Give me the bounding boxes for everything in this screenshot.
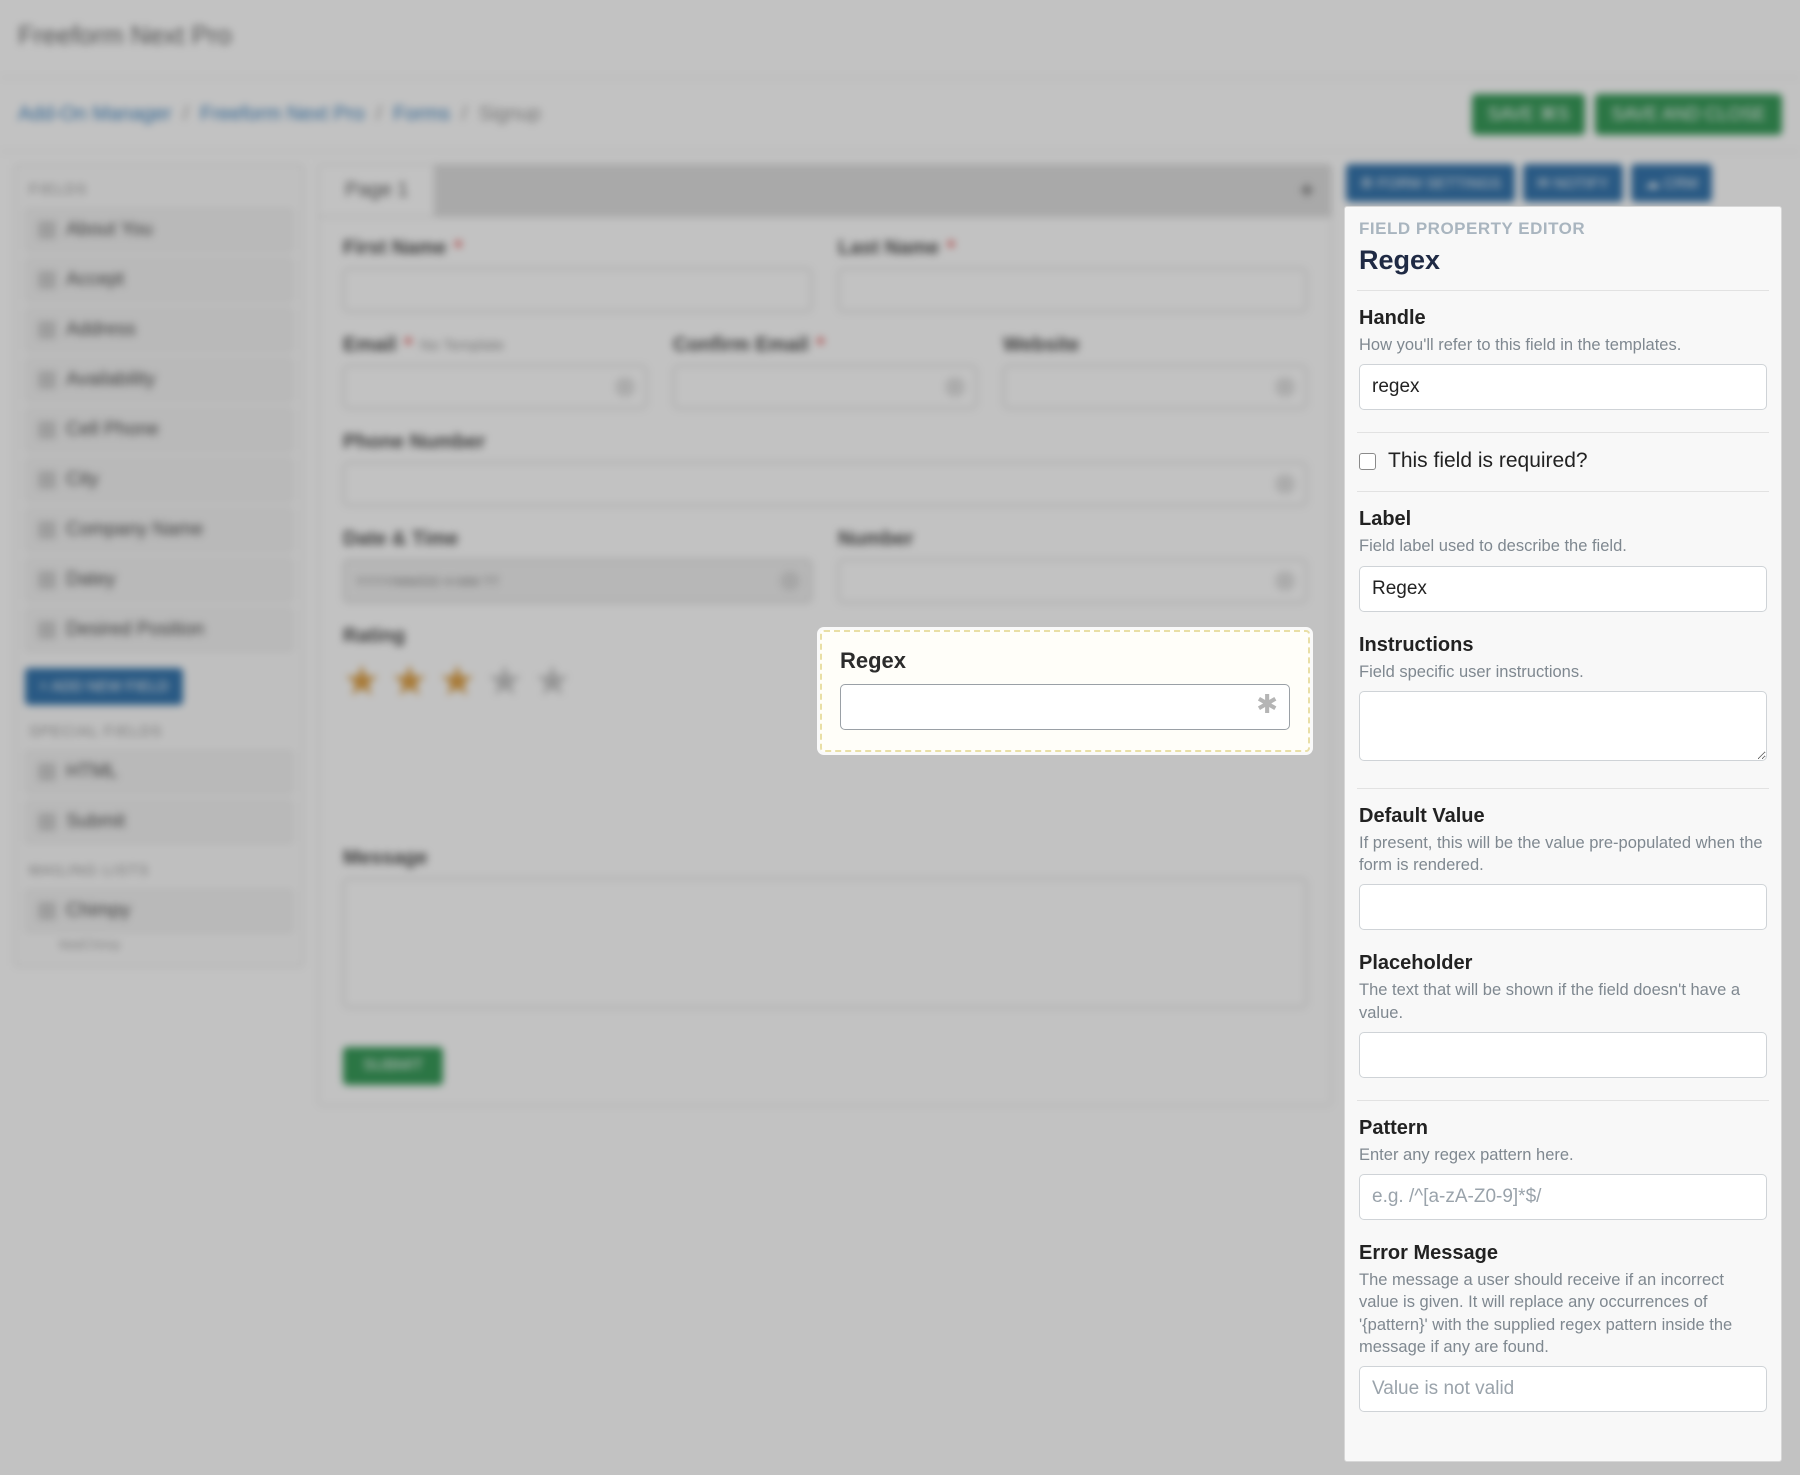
checkbox-icon — [38, 271, 56, 289]
field-label: Rating — [343, 625, 405, 648]
checkbox-icon — [38, 221, 56, 239]
required-checkbox[interactable] — [1359, 453, 1376, 470]
field-item[interactable]: Datey — [25, 558, 293, 602]
breadcrumb: Add-On Manager / Freeform Next Pro / For… — [18, 103, 541, 126]
breadcrumb-item[interactable]: Forms — [393, 103, 450, 125]
instructions-help: Field specific user instructions. — [1359, 661, 1767, 683]
field-item[interactable]: Cell Phone — [25, 408, 293, 452]
checkbox-icon — [38, 371, 56, 389]
sidebar-heading-special: SPECIAL FIELDS — [29, 723, 289, 740]
field-item[interactable]: About You — [25, 208, 293, 252]
first-name-input[interactable] — [343, 268, 812, 312]
phone-input[interactable] — [343, 462, 1307, 506]
number-input[interactable] — [838, 559, 1307, 603]
text-icon — [38, 421, 56, 439]
add-page-button[interactable]: + — [1293, 175, 1331, 206]
toolbar: Add-On Manager / Freeform Next Pro / For… — [0, 78, 1800, 152]
pattern-help: Enter any regex pattern here. — [1359, 1144, 1767, 1166]
save-and-close-button[interactable]: SAVE AND CLOSE — [1595, 94, 1782, 135]
datetime-input[interactable] — [343, 559, 812, 603]
error-message-label: Error Message — [1359, 1242, 1767, 1265]
regex-icon: ✱ — [1256, 689, 1278, 720]
breadcrumb-current: Signup — [479, 103, 541, 125]
flag-icon — [38, 902, 56, 920]
field-property-editor: FIELD PROPERTY EDITOR Regex Handle How y… — [1344, 206, 1782, 1462]
field-label: Email — [343, 334, 396, 357]
field-item[interactable]: Submit — [25, 800, 293, 844]
breadcrumb-item[interactable]: Add-On Manager — [18, 103, 171, 125]
text-icon — [38, 521, 56, 539]
error-message-input[interactable] — [1359, 1366, 1767, 1412]
mailing-sublabel: MailChimp — [59, 937, 293, 952]
field-item[interactable]: Availability — [25, 358, 293, 402]
save-button[interactable]: SAVE ⌘S — [1472, 94, 1586, 135]
field-label: Message — [343, 847, 428, 870]
required-label: This field is required? — [1388, 449, 1588, 473]
field-label: Number — [838, 528, 914, 551]
regex-field-selected[interactable]: Regex ✱ — [820, 630, 1310, 752]
play-icon — [38, 813, 56, 831]
handle-label: Handle — [1359, 307, 1767, 330]
field-item[interactable]: Address — [25, 308, 293, 352]
handle-input[interactable] — [1359, 364, 1767, 410]
field-label: Last Name — [838, 237, 939, 260]
text-icon — [38, 471, 56, 489]
instructions-label: Instructions — [1359, 634, 1767, 657]
fields-sidebar: FIELDS About You Accept Address Availabi… — [14, 164, 304, 967]
field-label: Confirm Email — [673, 334, 809, 357]
form-submit-button[interactable]: SUBMIT — [343, 1047, 443, 1085]
website-input[interactable] — [1003, 365, 1307, 409]
field-label: First Name — [343, 237, 446, 260]
default-value-input[interactable] — [1359, 884, 1767, 930]
placeholder-help: The text that will be shown if the field… — [1359, 979, 1767, 1024]
field-item[interactable]: City — [25, 458, 293, 502]
editor-kicker: FIELD PROPERTY EDITOR — [1359, 219, 1767, 239]
default-value-help: If present, this will be the value pre-p… — [1359, 832, 1767, 877]
last-name-input[interactable] — [838, 268, 1307, 312]
regex-field-input[interactable] — [840, 684, 1290, 730]
error-message-help: The message a user should receive if an … — [1359, 1269, 1767, 1358]
field-label: Website — [1003, 334, 1079, 357]
field-item[interactable]: Desired Position — [25, 608, 293, 652]
form-settings-button[interactable]: ⚙ FORM SETTINGS — [1346, 164, 1515, 202]
label-label: Label — [1359, 508, 1767, 531]
sidebar-heading-mailing: MAILING LISTS — [29, 862, 289, 879]
label-input[interactable] — [1359, 566, 1767, 612]
confirm-email-input[interactable] — [673, 365, 977, 409]
field-item[interactable]: Accept — [25, 258, 293, 302]
pattern-label: Pattern — [1359, 1117, 1767, 1140]
label-help: Field label used to describe the field. — [1359, 535, 1767, 557]
checkbox-icon — [38, 321, 56, 339]
pattern-input[interactable] — [1359, 1174, 1767, 1220]
code-icon — [38, 763, 56, 781]
add-new-field-button[interactable]: + ADD NEW FIELD — [25, 668, 183, 705]
instructions-textarea[interactable] — [1359, 691, 1767, 761]
email-input[interactable] — [343, 365, 647, 409]
placeholder-label: Placeholder — [1359, 952, 1767, 975]
app-title: Freeform Next Pro — [0, 0, 1800, 78]
crm-button[interactable]: ☁ CRM — [1631, 164, 1712, 202]
field-item[interactable]: HTML — [25, 750, 293, 794]
page-tab[interactable]: Page 1 — [319, 165, 435, 216]
breadcrumb-item[interactable]: Freeform Next Pro — [200, 103, 364, 125]
field-item[interactable]: Company Name — [25, 508, 293, 552]
editor-title: Regex — [1359, 245, 1767, 276]
placeholder-input[interactable] — [1359, 1032, 1767, 1078]
notify-button[interactable]: ✉ NOTIFY — [1523, 164, 1623, 202]
sidebar-heading-fields: FIELDS — [29, 181, 289, 198]
chevron-down-icon — [38, 621, 56, 639]
field-label: Regex — [840, 648, 906, 674]
calendar-icon — [38, 571, 56, 589]
field-label: Date & Time — [343, 528, 458, 551]
message-textarea[interactable] — [343, 878, 1307, 1008]
handle-help: How you'll refer to this field in the te… — [1359, 334, 1767, 356]
default-value-label: Default Value — [1359, 805, 1767, 828]
field-item[interactable]: Chimpy — [25, 889, 293, 933]
field-label: Phone Number — [343, 431, 485, 454]
